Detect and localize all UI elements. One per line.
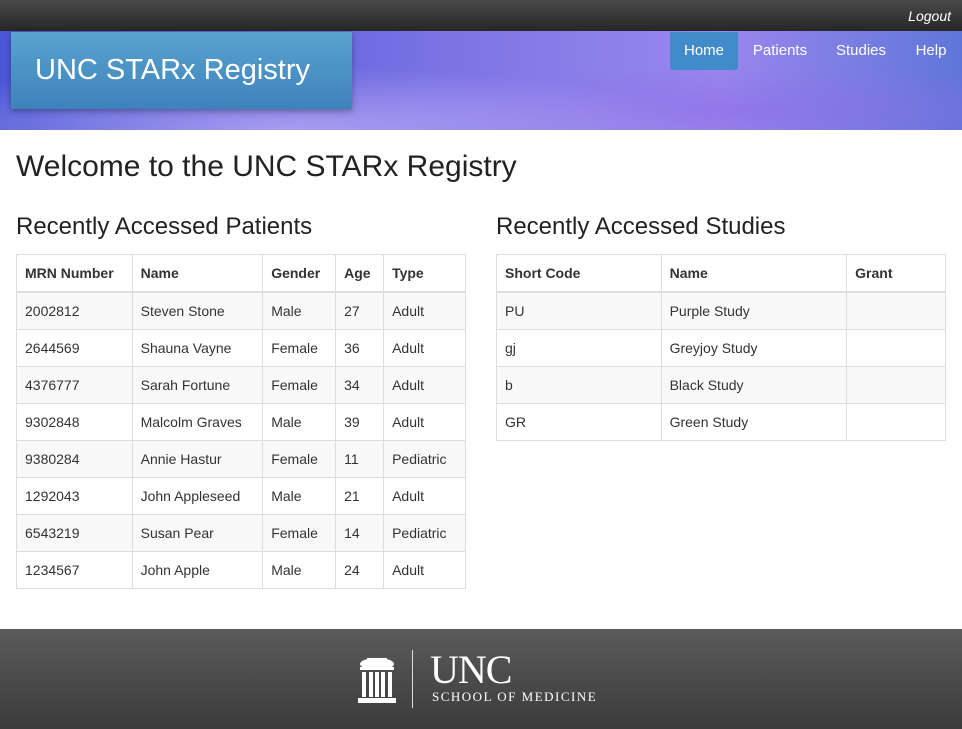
table-cell: b — [496, 366, 662, 404]
table-cell: Greyjoy Study — [660, 329, 848, 367]
table-cell — [846, 291, 946, 330]
table-cell: 2002812 — [16, 291, 133, 330]
table-cell: 34 — [335, 366, 385, 404]
patients-heading: Recently Accessed Patients — [16, 213, 313, 240]
table-cell: 1234567 — [16, 551, 133, 589]
column-header: Grant — [846, 254, 946, 293]
table-cell: Female — [262, 366, 337, 404]
table-cell: John Appleseed — [131, 477, 264, 515]
table-cell: Green Study — [660, 403, 848, 441]
site-title: UNC STARx Registry — [35, 54, 310, 86]
table-cell: Male — [262, 291, 337, 330]
table-cell — [846, 366, 946, 404]
table-row[interactable]: GR Green Study — [496, 403, 946, 441]
nav-help[interactable]: Help — [906, 32, 956, 70]
footer-logo-main: UNC — [430, 647, 512, 692]
table-cell: 36 — [335, 329, 385, 367]
studies-table: Short Code Name Grant PU Purple Study gj Gr… — [496, 254, 946, 441]
table-cell: Black Study — [660, 366, 848, 404]
table-cell: Pediatric — [383, 514, 466, 552]
site-title-box[interactable]: UNC STARx Registry — [11, 32, 352, 109]
table-cell: 9380284 — [16, 440, 133, 478]
table-cell: PU — [496, 291, 662, 330]
table-cell: Adult — [383, 403, 466, 441]
nav-studies[interactable]: Studies — [827, 32, 895, 70]
table-cell: Annie Hastur — [131, 440, 264, 478]
table-cell: 11 — [335, 440, 385, 478]
table-cell: Male — [262, 551, 337, 589]
patients-table: MRN Number Name Gender Age Type 2002812 S… — [16, 254, 466, 589]
top-bar: Logout — [0, 0, 962, 31]
table-cell: 6543219 — [16, 514, 133, 552]
table-cell: Female — [262, 514, 337, 552]
table-cell — [846, 329, 946, 367]
table-cell: 2644569 — [16, 329, 133, 367]
table-row[interactable]: 2002812 Steven Stone Male 27 Adult — [16, 291, 466, 330]
table-cell: Sarah Fortune — [131, 366, 264, 404]
table-cell: 39 — [335, 403, 385, 441]
table-cell: Adult — [383, 366, 466, 404]
nav-home[interactable]: Home — [670, 32, 738, 70]
table-row[interactable]: 4376777 Sarah Fortune Female 34 Adult — [16, 366, 466, 404]
table-cell: 21 — [335, 477, 385, 515]
column-header: Type — [383, 254, 466, 293]
table-cell: 24 — [335, 551, 385, 589]
table-header-row: Short Code Name Grant — [496, 254, 946, 293]
table-cell: Steven Stone — [131, 291, 264, 330]
table-cell: Male — [262, 477, 337, 515]
footer-logo-sub: SCHOOL OF MEDICINE — [432, 689, 598, 704]
table-cell: Adult — [383, 291, 466, 330]
table-cell: gj — [496, 329, 662, 367]
table-cell: Susan Pear — [131, 514, 264, 552]
nav-patients[interactable]: Patients — [744, 32, 816, 70]
table-cell: 9302848 — [16, 403, 133, 441]
table-row[interactable]: b Black Study — [496, 366, 946, 404]
table-cell: 14 — [335, 514, 385, 552]
column-header: Age — [335, 254, 385, 293]
column-header: MRN Number — [16, 254, 133, 293]
table-cell: Male — [262, 403, 337, 441]
studies-heading: Recently Accessed Studies — [496, 213, 786, 240]
table-row[interactable]: 6543219 Susan Pear Female 14 Pediatric — [16, 514, 466, 552]
table-cell: Malcolm Graves — [131, 403, 264, 441]
table-cell: Female — [262, 329, 337, 367]
table-cell: 27 — [335, 291, 385, 330]
table-cell — [846, 403, 946, 441]
table-row[interactable]: 1234567 John Apple Male 24 Adult — [16, 551, 466, 589]
old-well-icon — [358, 658, 396, 703]
column-header: Name — [131, 254, 264, 293]
table-row[interactable]: PU Purple Study — [496, 291, 946, 330]
table-cell: Adult — [383, 477, 466, 515]
table-header-row: MRN Number Name Gender Age Type — [16, 254, 466, 293]
column-header: Gender — [262, 254, 337, 293]
table-row[interactable]: gj Greyjoy Study — [496, 329, 946, 367]
table-cell: 1292043 — [16, 477, 133, 515]
table-cell: Adult — [383, 551, 466, 589]
table-cell: Adult — [383, 329, 466, 367]
column-header: Short Code — [496, 254, 662, 293]
table-cell: Purple Study — [660, 291, 848, 330]
table-cell: GR — [496, 403, 662, 441]
table-row[interactable]: 1292043 John Appleseed Male 21 Adult — [16, 477, 466, 515]
table-cell: Pediatric — [383, 440, 466, 478]
table-row[interactable]: 9380284 Annie Hastur Female 11 Pediatric — [16, 440, 466, 478]
table-row[interactable]: 9302848 Malcolm Graves Male 39 Adult — [16, 403, 466, 441]
logout-link[interactable]: Logout — [908, 8, 951, 24]
table-cell: 4376777 — [16, 366, 133, 404]
table-cell: Female — [262, 440, 337, 478]
page-title: Welcome to the UNC STARx Registry — [16, 150, 517, 183]
footer-divider — [412, 650, 413, 708]
table-row[interactable]: 2644569 Shauna Vayne Female 36 Adult — [16, 329, 466, 367]
column-header: Name — [660, 254, 848, 293]
table-cell: Shauna Vayne — [131, 329, 264, 367]
table-cell: John Apple — [131, 551, 264, 589]
